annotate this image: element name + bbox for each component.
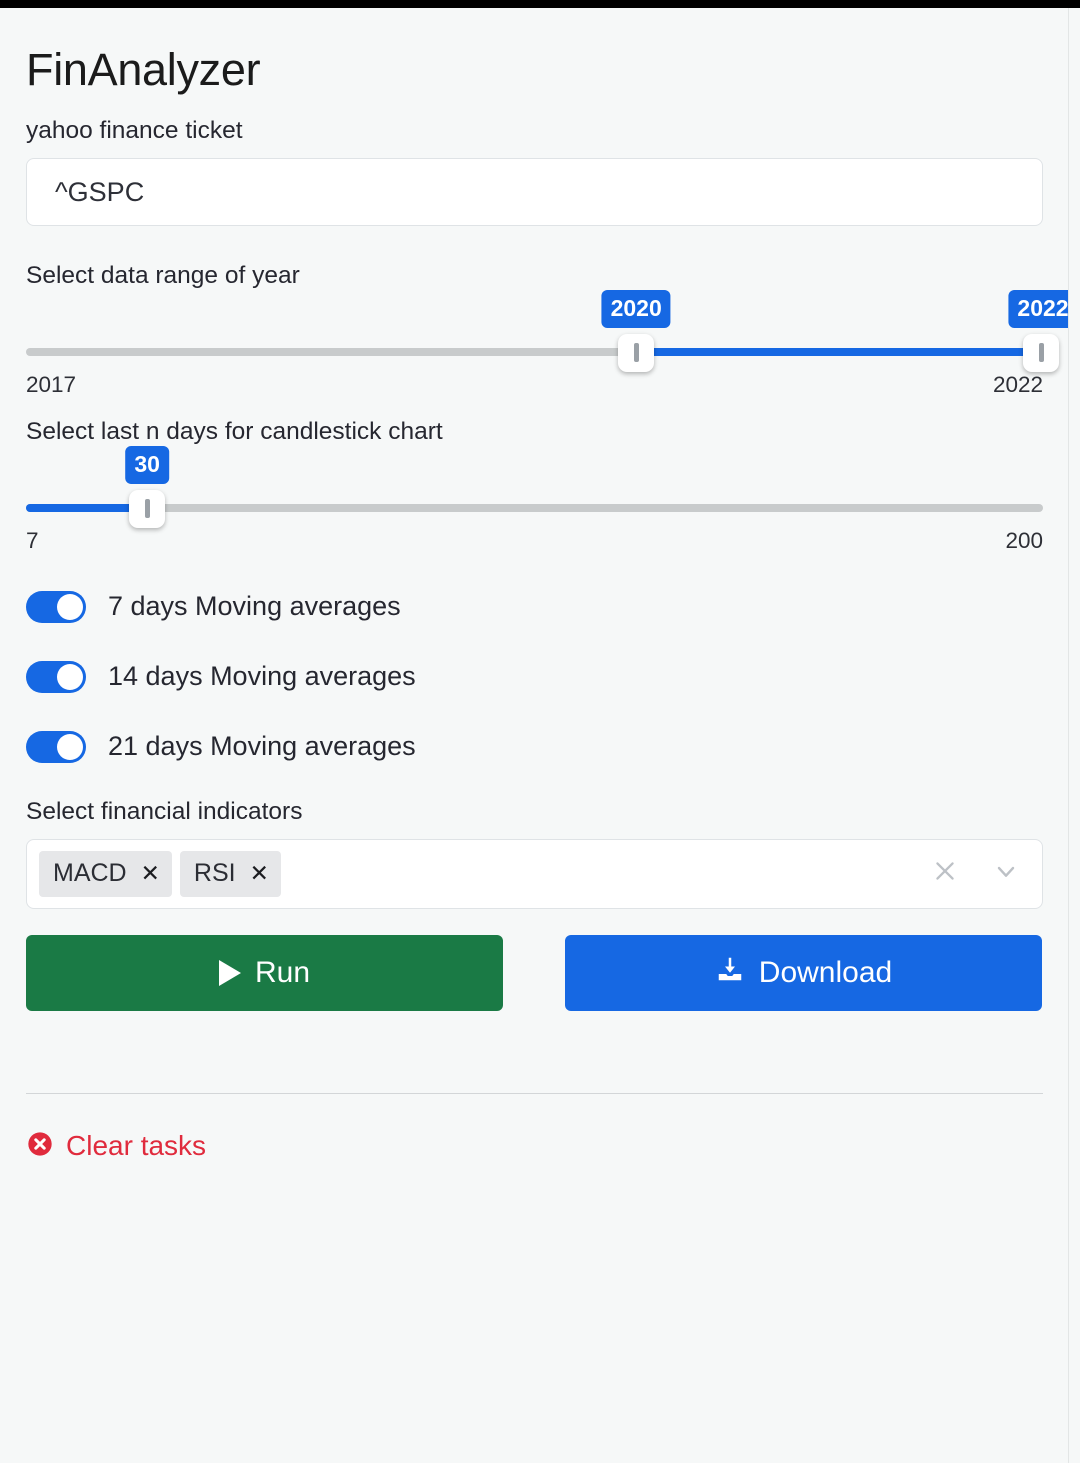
toggle-row-ma14[interactable]: 14 days Moving averages <box>26 654 1042 700</box>
toggle-switch-ma14[interactable] <box>26 660 86 693</box>
year-range-label: Select data range of year <box>26 262 300 290</box>
page-title: FinAnalyzer <box>26 44 261 95</box>
indicators-label: Select financial indicators <box>26 797 303 825</box>
handle-grip <box>1038 343 1044 363</box>
year-range-min-label: 2017 <box>26 371 77 397</box>
indicators-selected-tags: MACD ✕ RSI ✕ <box>39 850 932 897</box>
moving-averages-group: 7 days Moving averages 14 days Moving av… <box>26 584 1042 770</box>
toggle-knob <box>57 733 83 760</box>
days-slider-min-label: 7 <box>26 527 39 553</box>
error-circle-x-icon <box>26 1130 54 1163</box>
handle-grip <box>144 499 150 519</box>
indicator-tag-rsi-remove-icon[interactable]: ✕ <box>250 862 269 885</box>
days-slider-max-label: 200 <box>1005 527 1043 553</box>
year-range-low-handle[interactable] <box>618 333 655 372</box>
run-button-label: Run <box>254 955 311 989</box>
indicator-tag-macd-remove-icon[interactable]: ✕ <box>141 862 160 885</box>
section-divider <box>26 1092 1043 1094</box>
toggle-knob <box>57 663 83 690</box>
days-slider-bubble: 30 <box>125 445 169 484</box>
ticker-input-label: yahoo finance ticket <box>26 117 243 145</box>
year-range-group: Select data range of year 2020 2022 2017… <box>26 260 1078 398</box>
toggle-knob <box>57 593 83 620</box>
ticker-input[interactable]: ^GSPC <box>26 158 1043 227</box>
year-range-high-handle[interactable] <box>1023 333 1059 372</box>
year-range-low-bubble: 2020 <box>601 289 671 328</box>
clear-selection-icon[interactable] <box>932 858 958 889</box>
toggle-row-ma21[interactable]: 21 days Moving averages <box>26 724 1042 770</box>
days-slider-end-labels: 7 200 <box>26 528 1043 554</box>
download-button-label: Download <box>758 955 893 989</box>
year-range-fill <box>636 347 1041 356</box>
clear-tasks-label: Clear tasks <box>66 1130 207 1162</box>
days-slider-track[interactable] <box>26 503 1043 512</box>
indicators-actions <box>932 857 1026 890</box>
toggle-switch-ma21[interactable] <box>26 730 86 763</box>
sidebar-panel: FinAnalyzer yahoo finance ticket ^GSPC S… <box>0 8 1078 1463</box>
days-slider[interactable]: 30 <box>26 445 1043 534</box>
play-icon <box>218 959 241 986</box>
toggle-row-ma7[interactable]: 7 days Moving averages <box>26 584 1042 630</box>
chevron-down-icon[interactable] <box>992 857 1020 890</box>
download-icon <box>715 954 745 992</box>
app-window: FinAnalyzer yahoo finance ticket ^GSPC S… <box>0 8 1080 1463</box>
days-slider-group: Select last n days for candlestick chart… <box>26 416 1043 554</box>
run-button[interactable]: Run <box>26 934 503 1011</box>
toggle-label-ma14: 14 days Moving averages <box>108 661 416 692</box>
year-range-max-label: 2022 <box>992 371 1043 397</box>
toggle-label-ma21: 21 days Moving averages <box>108 731 416 762</box>
toggle-switch-ma7[interactable] <box>26 590 86 623</box>
indicator-tag-macd-label: MACD <box>53 859 127 888</box>
toggle-label-ma7: 7 days Moving averages <box>108 591 401 622</box>
handle-grip <box>633 343 639 363</box>
scrollbar-gutter[interactable] <box>1068 8 1080 1463</box>
year-range-end-labels: 2017 2022 <box>26 372 1043 398</box>
indicator-tag-rsi-label: RSI <box>193 859 236 888</box>
indicators-group: Select financial indicators MACD ✕ RSI ✕ <box>26 796 1043 909</box>
indicators-multiselect[interactable]: MACD ✕ RSI ✕ <box>26 838 1043 909</box>
ticker-field-group: yahoo finance ticket ^GSPC <box>26 115 1043 227</box>
days-slider-handle[interactable] <box>129 489 166 528</box>
year-range-slider[interactable]: 2020 2022 <box>26 289 1078 378</box>
ticker-input-value: ^GSPC <box>55 176 145 207</box>
download-button[interactable]: Download <box>565 934 1042 1011</box>
indicator-tag-rsi[interactable]: RSI ✕ <box>179 850 281 897</box>
action-buttons: Run Download <box>26 934 1042 1011</box>
indicator-tag-macd[interactable]: MACD ✕ <box>39 850 172 897</box>
clear-tasks-button[interactable]: Clear tasks <box>26 1130 206 1163</box>
days-slider-label: Select last n days for candlestick chart <box>26 417 443 445</box>
